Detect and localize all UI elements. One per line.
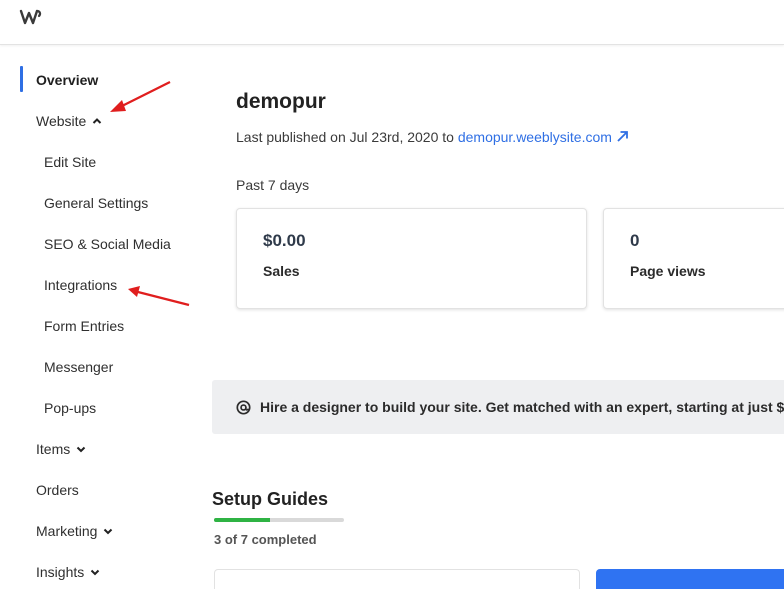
sidebar-item-insights[interactable]: Insights xyxy=(36,564,100,580)
sidebar-item-orders[interactable]: Orders xyxy=(36,482,79,498)
sidebar-item-website[interactable]: Website xyxy=(36,113,102,129)
page-views-stat-card[interactable]: 0 Page views xyxy=(603,208,784,309)
main-content: demopur Last published on Jul 23rd, 2020… xyxy=(200,46,784,589)
chevron-down-icon xyxy=(104,528,113,535)
setup-progress-text: 3 of 7 completed xyxy=(214,532,317,547)
external-link-icon xyxy=(617,131,628,142)
chevron-down-icon xyxy=(77,446,86,453)
banner-text: Hire a designer to build your site. Get … xyxy=(260,399,784,415)
published-info: Last published on Jul 23rd, 2020 to demo… xyxy=(236,129,629,145)
sidebar-item-form-entries[interactable]: Form Entries xyxy=(44,318,124,334)
sidebar-item-label: General Settings xyxy=(44,195,149,211)
sidebar-item-label: Pop-ups xyxy=(44,400,97,416)
stat-label: Page views xyxy=(630,263,706,279)
sidebar-item-label: Items xyxy=(36,441,71,457)
stat-label: Sales xyxy=(263,263,300,279)
sidebar-item-popups[interactable]: Pop-ups xyxy=(44,400,96,416)
sales-stat-card[interactable]: $0.00 Sales xyxy=(236,208,587,309)
stats-period-label: Past 7 days xyxy=(236,177,310,193)
hire-designer-banner[interactable]: Hire a designer to build your site. Get … xyxy=(212,380,784,434)
sidebar-item-messenger[interactable]: Messenger xyxy=(44,359,113,375)
setup-guide-card-highlight[interactable] xyxy=(596,569,784,589)
sidebar-item-overview[interactable]: Overview xyxy=(36,72,98,88)
chevron-up-icon xyxy=(93,118,102,124)
sidebar-item-label: Integrations xyxy=(44,277,118,293)
published-text: Last published on Jul 23rd, 2020 to xyxy=(236,129,454,145)
sidebar-item-label: Orders xyxy=(36,482,79,498)
sidebar-item-label: Website xyxy=(36,113,87,129)
stat-value: $0.00 xyxy=(263,231,306,250)
stat-value: 0 xyxy=(630,231,640,250)
top-bar xyxy=(0,0,784,45)
sidebar-item-seo-social[interactable]: SEO & Social Media xyxy=(44,236,171,252)
sidebar-item-label: SEO & Social Media xyxy=(44,236,171,252)
sidebar-item-label: Overview xyxy=(36,72,99,88)
setup-guides-title: Setup Guides xyxy=(212,489,329,509)
setup-guide-card[interactable] xyxy=(214,569,580,589)
sidebar-item-marketing[interactable]: Marketing xyxy=(36,523,113,539)
site-url-link[interactable]: demopur.weeblysite.com xyxy=(458,129,629,145)
sidebar-item-edit-site[interactable]: Edit Site xyxy=(44,154,96,170)
weebly-logo-icon[interactable] xyxy=(19,8,43,26)
sidebar-item-label: Marketing xyxy=(36,523,98,539)
sidebar-item-general-settings[interactable]: General Settings xyxy=(44,195,148,211)
sidebar-item-integrations[interactable]: Integrations xyxy=(44,277,117,293)
sidebar-item-items[interactable]: Items xyxy=(36,441,86,457)
setup-progress-fill xyxy=(214,518,270,522)
site-title: demopur xyxy=(236,90,326,113)
sidebar-item-label: Messenger xyxy=(44,359,114,375)
sidebar-item-label: Insights xyxy=(36,564,85,580)
setup-progress-bar xyxy=(214,518,344,522)
sidebar-item-label: Form Entries xyxy=(44,318,125,334)
chevron-down-icon xyxy=(91,569,100,576)
sidebar-item-label: Edit Site xyxy=(44,154,97,170)
active-indicator xyxy=(20,66,23,92)
sidebar-nav: Overview Website Edit Site General Setti… xyxy=(0,46,200,589)
at-sign-icon xyxy=(236,400,251,415)
